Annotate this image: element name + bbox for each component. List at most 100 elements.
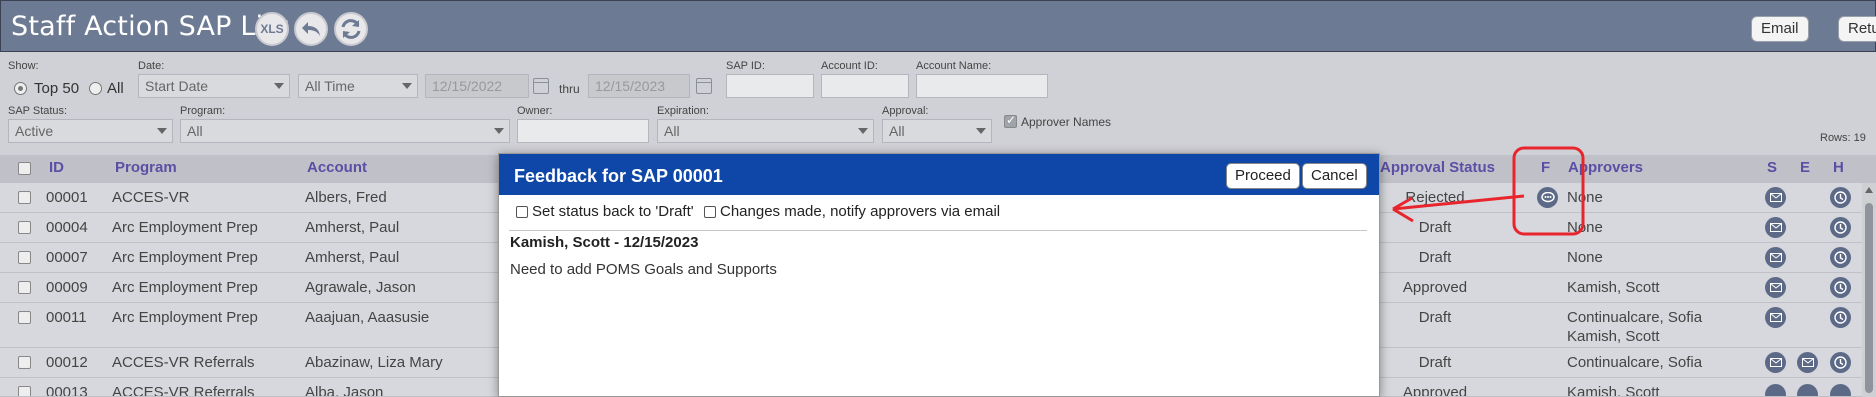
notify-approvers-checkbox[interactable]: [704, 206, 716, 218]
row-id[interactable]: 00007: [46, 249, 88, 266]
row-checkbox[interactable]: [18, 221, 31, 234]
col-s[interactable]: S: [1767, 159, 1777, 176]
date-range-select[interactable]: All Time: [298, 74, 418, 98]
email-icon[interactable]: [1797, 352, 1818, 373]
cancel-button[interactable]: Cancel: [1302, 163, 1367, 189]
email-icon[interactable]: [1797, 384, 1818, 396]
email-icon[interactable]: [1765, 217, 1786, 238]
export-xls-button[interactable]: XLS: [255, 12, 289, 46]
date-to-placeholder: 12/15/2023: [595, 78, 666, 94]
feedback-icon[interactable]: [1537, 187, 1558, 208]
history-icon[interactable]: [1830, 384, 1851, 396]
owner-input[interactable]: [517, 119, 649, 143]
row-account: Abazinaw, Liza Mary: [305, 354, 443, 371]
expiration-select[interactable]: All: [657, 119, 874, 143]
chevron-down-icon: [976, 128, 986, 134]
expiration-label: Expiration:: [657, 105, 709, 117]
row-account: Agrawale, Jason: [305, 279, 416, 296]
date-from-input[interactable]: 12/15/2022: [425, 74, 529, 98]
col-h[interactable]: H: [1833, 159, 1844, 176]
scroll-thumb[interactable]: [1865, 203, 1873, 393]
col-f[interactable]: F: [1541, 159, 1550, 176]
dialog-title: Feedback for SAP 00001: [514, 166, 723, 186]
date-label: Date:: [138, 60, 165, 72]
sap-id-label: SAP ID:: [726, 60, 765, 72]
proceed-button[interactable]: Proceed: [1226, 163, 1300, 189]
all-radio[interactable]: [89, 82, 102, 95]
col-approvers[interactable]: Approvers: [1568, 159, 1643, 176]
approver-names-checkbox[interactable]: [1004, 113, 1017, 128]
row-status: Draft: [1418, 354, 1452, 371]
email-icon[interactable]: [1765, 384, 1786, 396]
sap-id-input[interactable]: [726, 74, 814, 98]
col-id[interactable]: ID: [49, 159, 64, 176]
calendar-icon[interactable]: [533, 78, 549, 94]
return-button[interactable]: Return: [1838, 16, 1876, 42]
top50-label: Top 50: [34, 80, 80, 97]
account-name-input[interactable]: [916, 74, 1048, 98]
date-to-input[interactable]: 12/15/2023: [588, 74, 690, 98]
date-type-select[interactable]: Start Date: [138, 74, 290, 98]
col-approval-status[interactable]: Approval Status: [1380, 159, 1495, 176]
email-button[interactable]: Email: [1751, 16, 1809, 42]
chevron-down-icon: [402, 83, 412, 89]
row-checkbox[interactable]: [18, 386, 31, 396]
row-checkbox[interactable]: [18, 281, 31, 294]
scroll-up-icon[interactable]: [1865, 187, 1873, 193]
history-icon[interactable]: [1830, 247, 1851, 268]
history-icon[interactable]: [1830, 307, 1851, 328]
undo-button[interactable]: [294, 12, 328, 46]
set-draft-checkbox[interactable]: [516, 206, 528, 218]
col-program[interactable]: Program: [115, 159, 177, 176]
program-label: Program:: [180, 105, 226, 117]
col-account[interactable]: Account: [307, 159, 367, 176]
title-bar: Staff Action SAP List XLS Email Return: [0, 0, 1876, 52]
top50-radio[interactable]: [14, 82, 27, 95]
row-account: Amherst, Paul: [305, 249, 400, 266]
sap-status-select[interactable]: Active: [8, 119, 173, 143]
row-approvers: None: [1567, 189, 1603, 206]
feedback-author: Kamish, Scott - 12/15/2023: [510, 234, 699, 251]
row-id[interactable]: 00001: [46, 189, 88, 206]
program-select[interactable]: All: [180, 119, 510, 143]
row-id[interactable]: 00004: [46, 219, 88, 236]
undo-icon: [302, 22, 320, 36]
history-icon[interactable]: [1830, 217, 1851, 238]
row-program: ACCES-VR: [112, 189, 190, 206]
notify-approvers-label: Changes made, notify approvers via email: [720, 203, 1001, 220]
row-id[interactable]: 00011: [46, 309, 87, 326]
row-id[interactable]: 00012: [46, 354, 88, 371]
email-icon[interactable]: [1765, 307, 1786, 328]
sap-status-label: SAP Status:: [8, 105, 68, 117]
email-icon[interactable]: [1765, 352, 1786, 373]
history-icon[interactable]: [1830, 277, 1851, 298]
approval-select[interactable]: All: [882, 119, 992, 143]
row-program: Arc Employment Prep: [112, 249, 258, 266]
row-status: Rejected: [1405, 189, 1465, 206]
row-checkbox[interactable]: [18, 356, 31, 369]
select-all-checkbox[interactable]: [18, 162, 31, 175]
email-icon[interactable]: [1765, 277, 1786, 298]
history-icon[interactable]: [1830, 352, 1851, 373]
row-program: Arc Employment Prep: [112, 219, 258, 236]
row-approvers: Continualcare, Sofia: [1567, 354, 1703, 371]
email-icon[interactable]: [1765, 187, 1786, 208]
row-id[interactable]: 00013: [46, 384, 88, 396]
row-approvers: Continualcare, Sofia: [1567, 309, 1703, 326]
page-title: Staff Action SAP List: [11, 11, 289, 42]
approval-value: All: [889, 123, 905, 139]
row-checkbox[interactable]: [18, 191, 31, 204]
row-program: Arc Employment Prep: [112, 279, 258, 296]
col-e[interactable]: E: [1800, 159, 1810, 176]
chevron-down-icon: [494, 128, 504, 134]
calendar-icon[interactable]: [696, 78, 712, 94]
account-id-input[interactable]: [821, 74, 909, 98]
row-id[interactable]: 00009: [46, 279, 88, 296]
row-checkbox[interactable]: [18, 251, 31, 264]
row-checkbox[interactable]: [18, 311, 31, 324]
table-scrollbar[interactable]: [1862, 183, 1876, 397]
email-icon[interactable]: [1765, 247, 1786, 268]
refresh-button[interactable]: [334, 12, 368, 46]
date-range-value: All Time: [305, 78, 355, 94]
history-icon[interactable]: [1830, 187, 1851, 208]
